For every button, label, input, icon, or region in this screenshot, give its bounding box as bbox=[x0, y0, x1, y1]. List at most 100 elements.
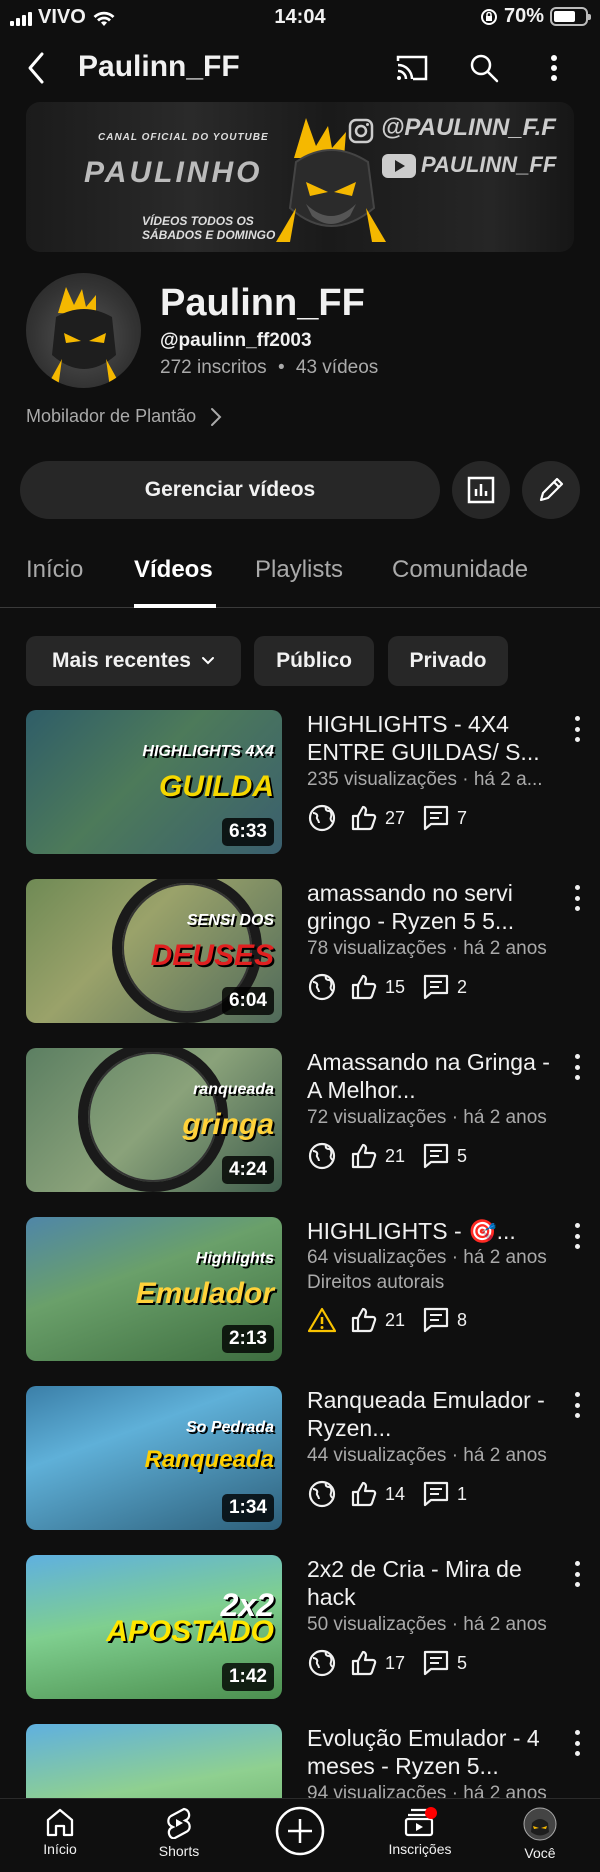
video-duration: 1:34 bbox=[221, 1494, 274, 1522]
video-thumbnail[interactable]: ranqueada gringa 4:24 bbox=[26, 1048, 282, 1192]
thumbs-up-icon bbox=[349, 1141, 379, 1171]
manage-videos-button[interactable]: Gerenciar vídeos bbox=[20, 461, 440, 519]
video-title[interactable]: amassando no servi gringo - Ryzen 5 5... bbox=[307, 879, 559, 935]
nav-you[interactable]: Você bbox=[490, 1807, 590, 1861]
video-stats: 21 5 bbox=[307, 1141, 483, 1171]
comment-icon bbox=[421, 1479, 451, 1509]
analytics-button[interactable] bbox=[452, 461, 510, 519]
video-title[interactable]: 2x2 de Cria - Mira de hack bbox=[307, 1555, 559, 1611]
filter-public-chip[interactable]: Público bbox=[254, 636, 374, 686]
video-title[interactable]: HIGHLIGHTS - 🎯... bbox=[307, 1217, 559, 1245]
thumbnail-headline: Emulador bbox=[135, 1277, 274, 1310]
video-item[interactable]: SENSI DOS DEUSES 6:04 amassando no servi gr… bbox=[0, 879, 600, 1029]
comment-icon bbox=[421, 1305, 451, 1335]
nav-home[interactable]: Início bbox=[10, 1807, 110, 1857]
nav-subscriptions[interactable]: Inscrições bbox=[370, 1807, 470, 1857]
thumbnail-caption: Highlights bbox=[195, 1250, 274, 1267]
thumbnail-headline: DEUSES bbox=[150, 939, 274, 972]
globe-icon bbox=[307, 1648, 337, 1678]
thumbs-up-icon bbox=[349, 1648, 379, 1678]
comment-icon bbox=[421, 1648, 451, 1678]
video-title[interactable]: Ranqueada Emulador - Ryzen... bbox=[307, 1386, 559, 1442]
more-options-button[interactable] bbox=[536, 50, 572, 86]
status-right: 70% bbox=[480, 5, 591, 28]
like-count: 15 bbox=[385, 976, 406, 997]
thumbnail-caption: SENSI DOS bbox=[186, 912, 274, 929]
comment-count: 1 bbox=[457, 1483, 468, 1504]
search-icon bbox=[470, 54, 499, 83]
video-more-button[interactable] bbox=[570, 1730, 584, 1756]
banner-schedule: VÍDEOS TODOS OS SÁBADOS E DOMINGO bbox=[142, 214, 275, 242]
like-count: 17 bbox=[385, 1652, 406, 1673]
globe-icon bbox=[307, 1141, 337, 1171]
thumbnail-headline: gringa bbox=[182, 1108, 274, 1141]
home-icon bbox=[46, 1808, 74, 1837]
pencil-icon bbox=[539, 477, 564, 502]
tab-videos[interactable]: Vídeos bbox=[134, 556, 213, 584]
video-title[interactable]: Amassando na Gringa - A Melhor... bbox=[307, 1048, 559, 1104]
edit-channel-button[interactable] bbox=[522, 461, 580, 519]
video-duration: 6:04 bbox=[221, 987, 274, 1015]
thumbnail-caption: HIGHLIGHTS 4X4 bbox=[142, 743, 274, 760]
like-count: 27 bbox=[385, 807, 406, 828]
active-tab-indicator bbox=[134, 604, 216, 608]
video-more-button[interactable] bbox=[570, 1392, 584, 1418]
video-item[interactable]: Highlights Emulador 2:13 HIGHLIGHTS - 🎯... 6… bbox=[0, 1217, 600, 1367]
comment-icon bbox=[421, 1141, 451, 1171]
video-thumbnail[interactable]: 2x2 APOSTADO 1:42 bbox=[26, 1555, 282, 1699]
comment-icon bbox=[421, 803, 451, 833]
like-count: 14 bbox=[385, 1483, 406, 1504]
video-thumbnail[interactable]: SENSI DOS DEUSES 6:04 bbox=[26, 879, 282, 1023]
video-more-button[interactable] bbox=[570, 885, 584, 911]
video-thumbnail[interactable]: So Pedrada Ranqueada 1:34 bbox=[26, 1386, 282, 1530]
copyright-notice: Direitos autorais bbox=[307, 1272, 445, 1293]
video-meta: 78 visualizações · há 2 anos bbox=[307, 938, 547, 959]
nav-create[interactable] bbox=[250, 1805, 350, 1857]
video-title[interactable]: Evolução Emulador - 4 meses - Ryzen 5... bbox=[307, 1724, 559, 1780]
banner-schedule-line: SÁBADOS E DOMINGO bbox=[142, 228, 276, 242]
video-more-button[interactable] bbox=[570, 1561, 584, 1587]
warning-icon bbox=[307, 1305, 337, 1335]
video-item[interactable]: So Pedrada Ranqueada 1:34 Ranqueada Emulado… bbox=[0, 1386, 600, 1536]
chevron-down-icon bbox=[201, 657, 214, 665]
video-item[interactable]: HIGHLIGHTS 4X4 GUILDA 6:33 HIGHLIGHTS - 4X4… bbox=[0, 710, 600, 860]
video-more-button[interactable] bbox=[570, 1054, 584, 1080]
back-button[interactable] bbox=[22, 50, 52, 86]
globe-icon bbox=[307, 1479, 337, 1509]
thumbnail-headline: GUILDA bbox=[159, 770, 274, 803]
video-item[interactable]: ranqueada gringa 4:24 Amassando na Gringa -… bbox=[0, 1048, 600, 1198]
tab-inicio[interactable]: Início bbox=[26, 556, 83, 584]
instagram-icon bbox=[348, 118, 374, 144]
orientation-lock-icon bbox=[480, 8, 497, 25]
video-title[interactable]: HIGHLIGHTS - 4X4 ENTRE GUILDAS/ S... bbox=[307, 710, 559, 766]
banner-instagram: @PAULINN_F.F bbox=[381, 114, 556, 141]
create-icon bbox=[275, 1806, 325, 1856]
avatar[interactable] bbox=[26, 273, 141, 388]
video-thumbnail[interactable]: Highlights Emulador 2:13 bbox=[26, 1217, 282, 1361]
video-stats: 21 8 bbox=[307, 1305, 483, 1335]
channel-description[interactable]: Mobilador de Plantão bbox=[26, 406, 222, 427]
thumbs-up-icon bbox=[349, 972, 379, 1002]
tab-playlists[interactable]: Playlists bbox=[255, 556, 343, 584]
search-button[interactable] bbox=[466, 50, 502, 86]
more-vert-icon bbox=[551, 55, 557, 81]
video-more-button[interactable] bbox=[570, 1223, 584, 1249]
comment-count: 8 bbox=[457, 1309, 468, 1330]
nav-shorts[interactable]: Shorts bbox=[129, 1807, 229, 1859]
tab-comunidade[interactable]: Comunidade bbox=[392, 556, 528, 584]
stats-separator: • bbox=[277, 357, 285, 378]
video-thumbnail[interactable]: HIGHLIGHTS 4X4 GUILDA 6:33 bbox=[26, 710, 282, 854]
video-count: 43 vídeos bbox=[295, 357, 379, 378]
video-more-button[interactable] bbox=[570, 716, 584, 742]
sort-chip[interactable]: Mais recentes bbox=[26, 636, 241, 686]
comment-count: 7 bbox=[457, 807, 468, 828]
video-item[interactable]: 2x2 APOSTADO 1:42 2x2 de Cria - Mira de hac… bbox=[0, 1555, 600, 1705]
battery-level bbox=[554, 11, 575, 22]
thumbs-up-icon bbox=[349, 1305, 379, 1335]
thumbs-up-icon bbox=[349, 803, 379, 833]
thumbnail-headline: Ranqueada bbox=[144, 1446, 274, 1473]
video-meta: 44 visualizações · há 2 anos bbox=[307, 1445, 547, 1466]
comment-count: 2 bbox=[457, 976, 468, 997]
filter-private-chip[interactable]: Privado bbox=[388, 636, 508, 686]
cast-button[interactable] bbox=[394, 50, 430, 86]
